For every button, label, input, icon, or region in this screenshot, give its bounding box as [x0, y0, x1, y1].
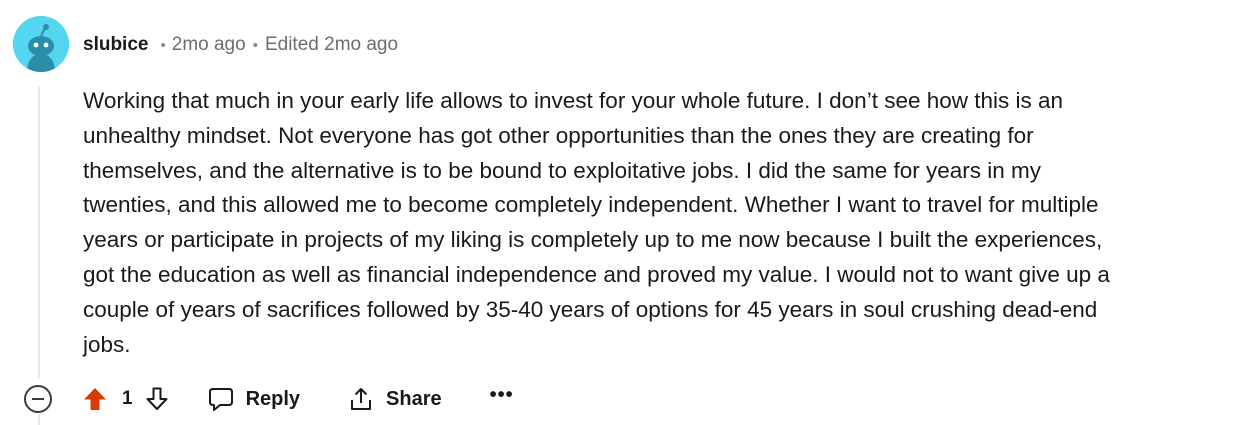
comment-body-line: unhealthy mindset. Not everyone has got … — [83, 122, 1034, 148]
meta-separator: • — [252, 36, 258, 54]
vote-score: 1 — [122, 388, 133, 409]
comment: slubice • 2mo ago • Edited 2mo ago Worki… — [0, 0, 1244, 425]
comment-body-line: twenties, and this allowed me to become … — [83, 192, 1099, 218]
comment-actions: 1 Reply Share ••• — [24, 378, 514, 420]
share-button[interactable]: Share — [348, 386, 442, 412]
vote-controls: 1 — [82, 386, 170, 412]
speech-bubble-icon — [208, 388, 233, 411]
comment-timestamp[interactable]: 2mo ago — [172, 34, 246, 56]
comment-body-line: couple of years of sacrifices followed b… — [83, 296, 1098, 322]
thread-line[interactable] — [38, 86, 40, 379]
collapse-minus-icon — [32, 398, 44, 400]
reply-button[interactable]: Reply — [208, 386, 300, 412]
comment-body-line: jobs. — [83, 331, 131, 357]
downvote-arrow-icon — [146, 387, 168, 410]
more-ellipsis-icon: ••• — [489, 383, 514, 406]
avatar[interactable] — [13, 16, 69, 72]
upvote-button[interactable] — [82, 386, 108, 412]
author-username[interactable]: slubice — [83, 34, 148, 56]
comment-body-line: Working that much in your early life all… — [83, 88, 1064, 113]
comment-body-line: themselves, and the alternative is to be… — [83, 157, 1042, 183]
comment-body-line: got the education as well as financial i… — [83, 261, 1110, 287]
share-upload-icon — [351, 388, 372, 410]
edited-timestamp: Edited 2mo ago — [264, 34, 399, 55]
reply-label: Reply — [245, 387, 301, 410]
upvote-arrow-icon — [84, 388, 106, 410]
collapse-button[interactable] — [24, 385, 52, 413]
comment-body: Working that much in your early life all… — [83, 84, 1223, 362]
downvote-button[interactable] — [144, 386, 170, 412]
more-options-button[interactable]: ••• — [490, 384, 514, 407]
share-label: Share — [386, 387, 442, 410]
comment-body-line: years or participate in projects of my l… — [83, 227, 1103, 253]
comment-meta: slubice • 2mo ago • Edited 2mo ago — [83, 32, 398, 58]
reddit-snoo-avatar-icon — [13, 16, 69, 72]
meta-separator: • — [160, 36, 166, 54]
